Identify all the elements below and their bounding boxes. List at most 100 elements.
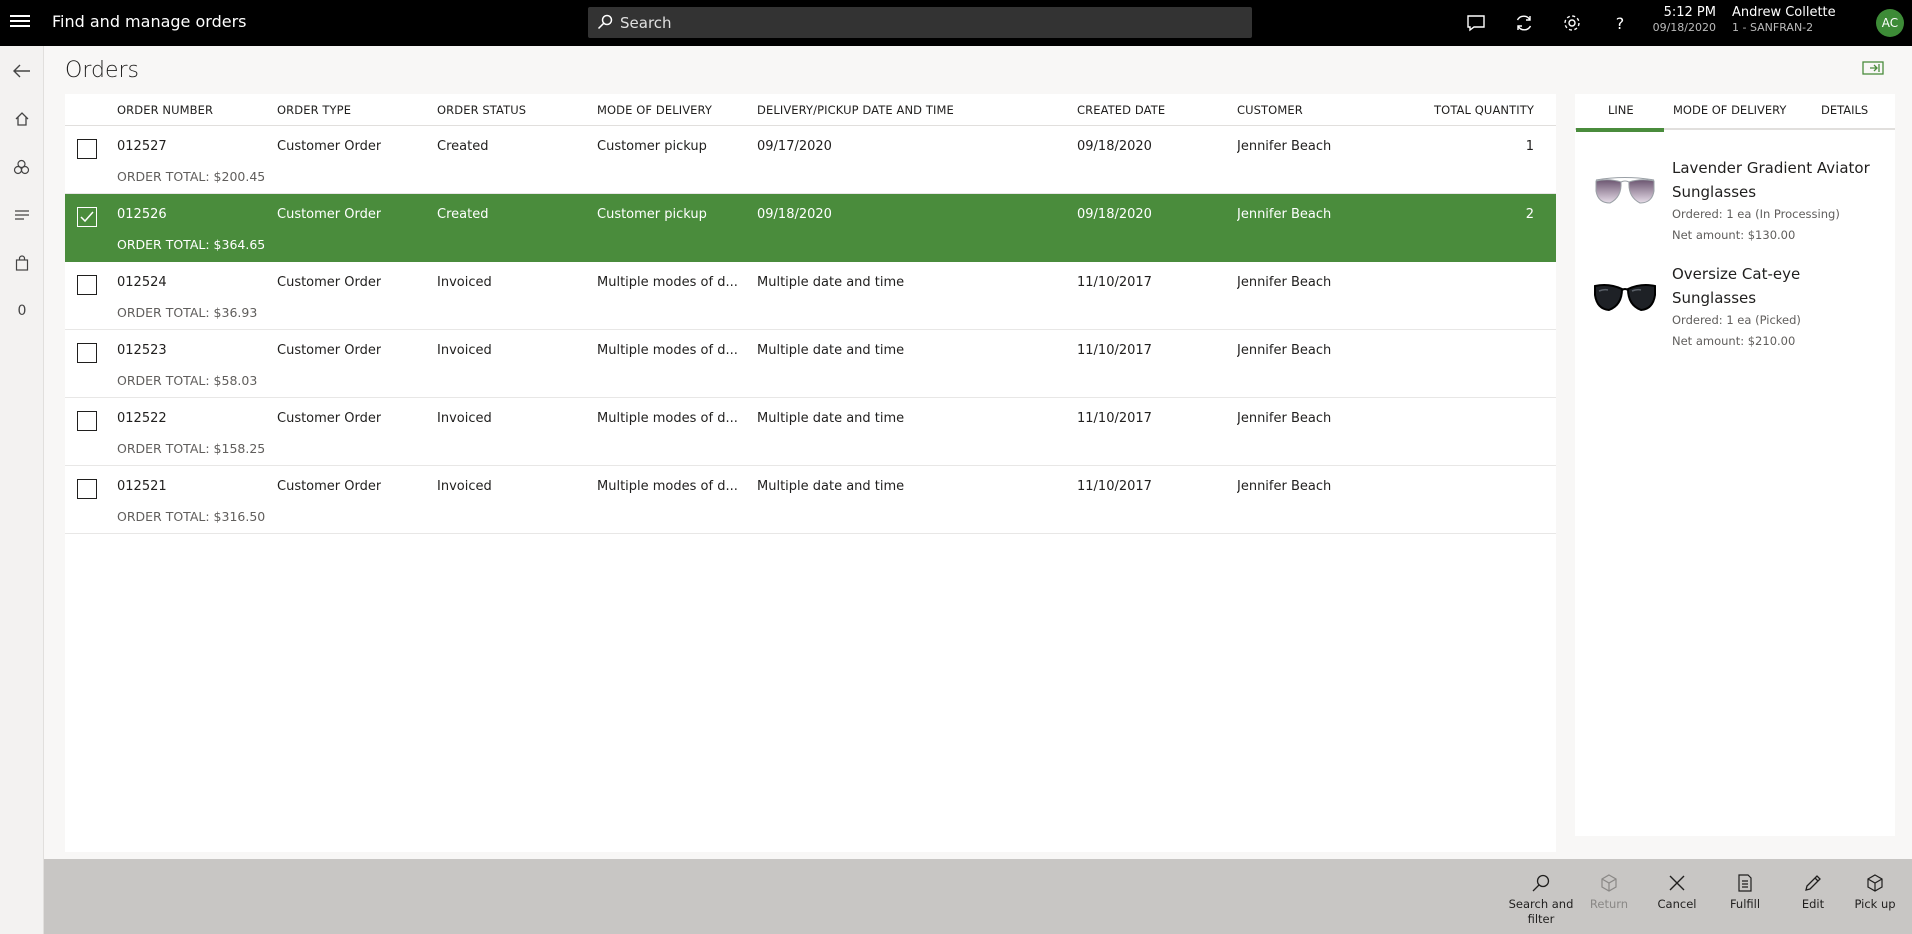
pencil-icon [1805,875,1821,891]
cell-order-number: 012527 [117,139,167,154]
collapse-panel-icon[interactable] [1862,60,1884,76]
cell-created-date: 09/18/2020 [1077,139,1152,154]
fulfill-button[interactable]: Fulfill [1712,871,1778,912]
tab-details[interactable]: DETAILS [1821,103,1868,117]
cell-mode-of-delivery: Multiple modes of d... [597,411,738,426]
column-order-type[interactable]: ORDER TYPE [277,103,351,117]
tab-mode-of-delivery[interactable]: MODE OF DELIVERY [1673,103,1786,117]
row-checkbox[interactable] [77,275,97,295]
cell-mode-of-delivery: Customer pickup [597,207,707,222]
cell-order-status: Created [437,207,489,222]
cat-eye-sunglasses-image [1589,262,1661,334]
table-row[interactable]: 012521 Customer Order Invoiced Multiple mod… [65,466,1556,534]
table-row[interactable]: 012524 Customer Order Invoiced Multiple mod… [65,262,1556,330]
cell-order-type: Customer Order [277,479,382,494]
action-bar: Search and filter Return Cancel Fulfill … [44,859,1912,934]
cell-order-type: Customer Order [277,343,382,358]
cell-created-date: 11/10/2017 [1077,275,1152,290]
cell-mode-of-delivery: Multiple modes of d... [597,343,738,358]
cell-delivery-date: Multiple date and time [757,343,905,358]
hamburger-menu-icon[interactable] [10,12,30,32]
cell-order-number: 012524 [117,275,167,290]
package-icon [1867,874,1883,892]
left-nav: 0 [0,46,44,934]
line-item-text: Lavender Gradient Aviator Sunglasses Ord… [1672,156,1887,246]
chat-icon[interactable] [1465,12,1487,34]
cell-order-status: Created [437,139,489,154]
order-total: ORDER TOTAL: $200.45 [117,169,266,184]
list-icon[interactable] [11,204,33,226]
column-delivery-date[interactable]: DELIVERY/PICKUP DATE AND TIME [757,103,954,117]
cell-total-quantity: 1 [1525,139,1534,154]
row-checkbox[interactable] [77,479,97,499]
cell-created-date: 09/18/2020 [1077,207,1152,222]
order-total: ORDER TOTAL: $316.50 [117,509,266,524]
products-icon[interactable] [11,156,33,178]
user-info[interactable]: Andrew Collette 1 - SANFRAN-2 [1732,5,1836,34]
home-icon[interactable] [11,108,33,130]
cell-mode-of-delivery: Customer pickup [597,139,707,154]
cell-created-date: 11/10/2017 [1077,343,1152,358]
cell-customer: Jennifer Beach [1237,343,1332,358]
column-order-status[interactable]: ORDER STATUS [437,103,526,117]
cell-created-date: 11/10/2017 [1077,479,1152,494]
cell-order-type: Customer Order [277,207,382,222]
search-and-filter-button[interactable]: Search and filter [1508,871,1574,927]
avatar[interactable]: AC [1876,9,1904,37]
tab-line[interactable]: LINE [1608,103,1634,117]
table-row[interactable]: 012523 Customer Order Invoiced Multiple mod… [65,330,1556,398]
order-total: ORDER TOTAL: $36.93 [117,305,258,320]
help-icon[interactable]: ? [1609,12,1631,34]
row-checkbox[interactable] [77,139,97,159]
table-row[interactable]: 012522 Customer Order Invoiced Multiple mod… [65,398,1556,466]
column-customer[interactable]: CUSTOMER [1237,103,1303,117]
shopping-bag-icon[interactable] [11,252,33,274]
gear-icon[interactable] [1561,12,1583,34]
search-box[interactable] [588,7,1252,38]
row-checkbox[interactable] [77,411,97,431]
line-item-net-amount: Net amount: $210.00 [1672,334,1796,348]
cell-customer: Jennifer Beach [1237,139,1332,154]
row-checkbox[interactable] [77,343,97,363]
page-title: Orders [65,58,139,83]
active-tab-indicator [1576,128,1664,132]
grid-body: 012527 Customer Order Created Customer pick… [65,126,1556,534]
column-order-number[interactable]: ORDER NUMBER [117,103,213,117]
top-bar: Find and manage orders ? 5:12 PM 09/18/2… [0,0,1912,46]
cancel-button[interactable]: Cancel [1644,871,1710,912]
details-panel: LINE MODE OF DELIVERY DETAILS Lavender G… [1575,94,1895,836]
edit-button[interactable]: Edit [1780,871,1846,912]
search-icon [597,14,613,30]
search-and-filter-label: Search and filter [1508,897,1574,926]
cell-order-number: 012523 [117,343,167,358]
cell-delivery-date: Multiple date and time [757,275,905,290]
svg-text:?: ? [1616,14,1625,33]
cell-delivery-date: Multiple date and time [757,411,905,426]
table-row[interactable]: 012527 Customer Order Created Customer pick… [65,126,1556,194]
back-arrow-icon[interactable] [11,60,33,82]
app-title: Find and manage orders [52,12,247,31]
checkmark-icon [80,211,94,223]
refresh-icon[interactable] [1513,12,1535,34]
cell-mode-of-delivery: Multiple modes of d... [597,479,738,494]
cell-customer: Jennifer Beach [1237,411,1332,426]
cell-mode-of-delivery: Multiple modes of d... [597,275,738,290]
orders-grid: ORDER NUMBER ORDER TYPE ORDER STATUS MOD… [65,94,1556,852]
close-icon [1669,875,1685,891]
table-row[interactable]: 012526 Customer Order Created Customer pick… [65,194,1556,262]
pick-up-label: Pick up [1854,897,1896,911]
column-created-date[interactable]: CREATED DATE [1077,103,1165,117]
column-total-quantity[interactable]: TOTAL QUANTITY [1383,103,1534,117]
search-input[interactable] [620,7,1240,38]
return-button[interactable]: Return [1576,871,1642,912]
cell-order-status: Invoiced [437,411,492,426]
order-total: ORDER TOTAL: $58.03 [117,373,258,388]
cart-count[interactable]: 0 [11,300,33,322]
cancel-label: Cancel [1657,897,1697,911]
column-mode-of-delivery[interactable]: MODE OF DELIVERY [597,103,712,117]
line-item-name: Oversize Cat-eye Sunglasses [1672,265,1801,307]
line-item-ordered: Ordered: 1 ea (Picked) [1672,313,1801,327]
user-name: Andrew Collette [1732,5,1836,20]
row-checkbox[interactable] [77,207,97,227]
pick-up-button[interactable]: Pick up [1842,871,1908,912]
